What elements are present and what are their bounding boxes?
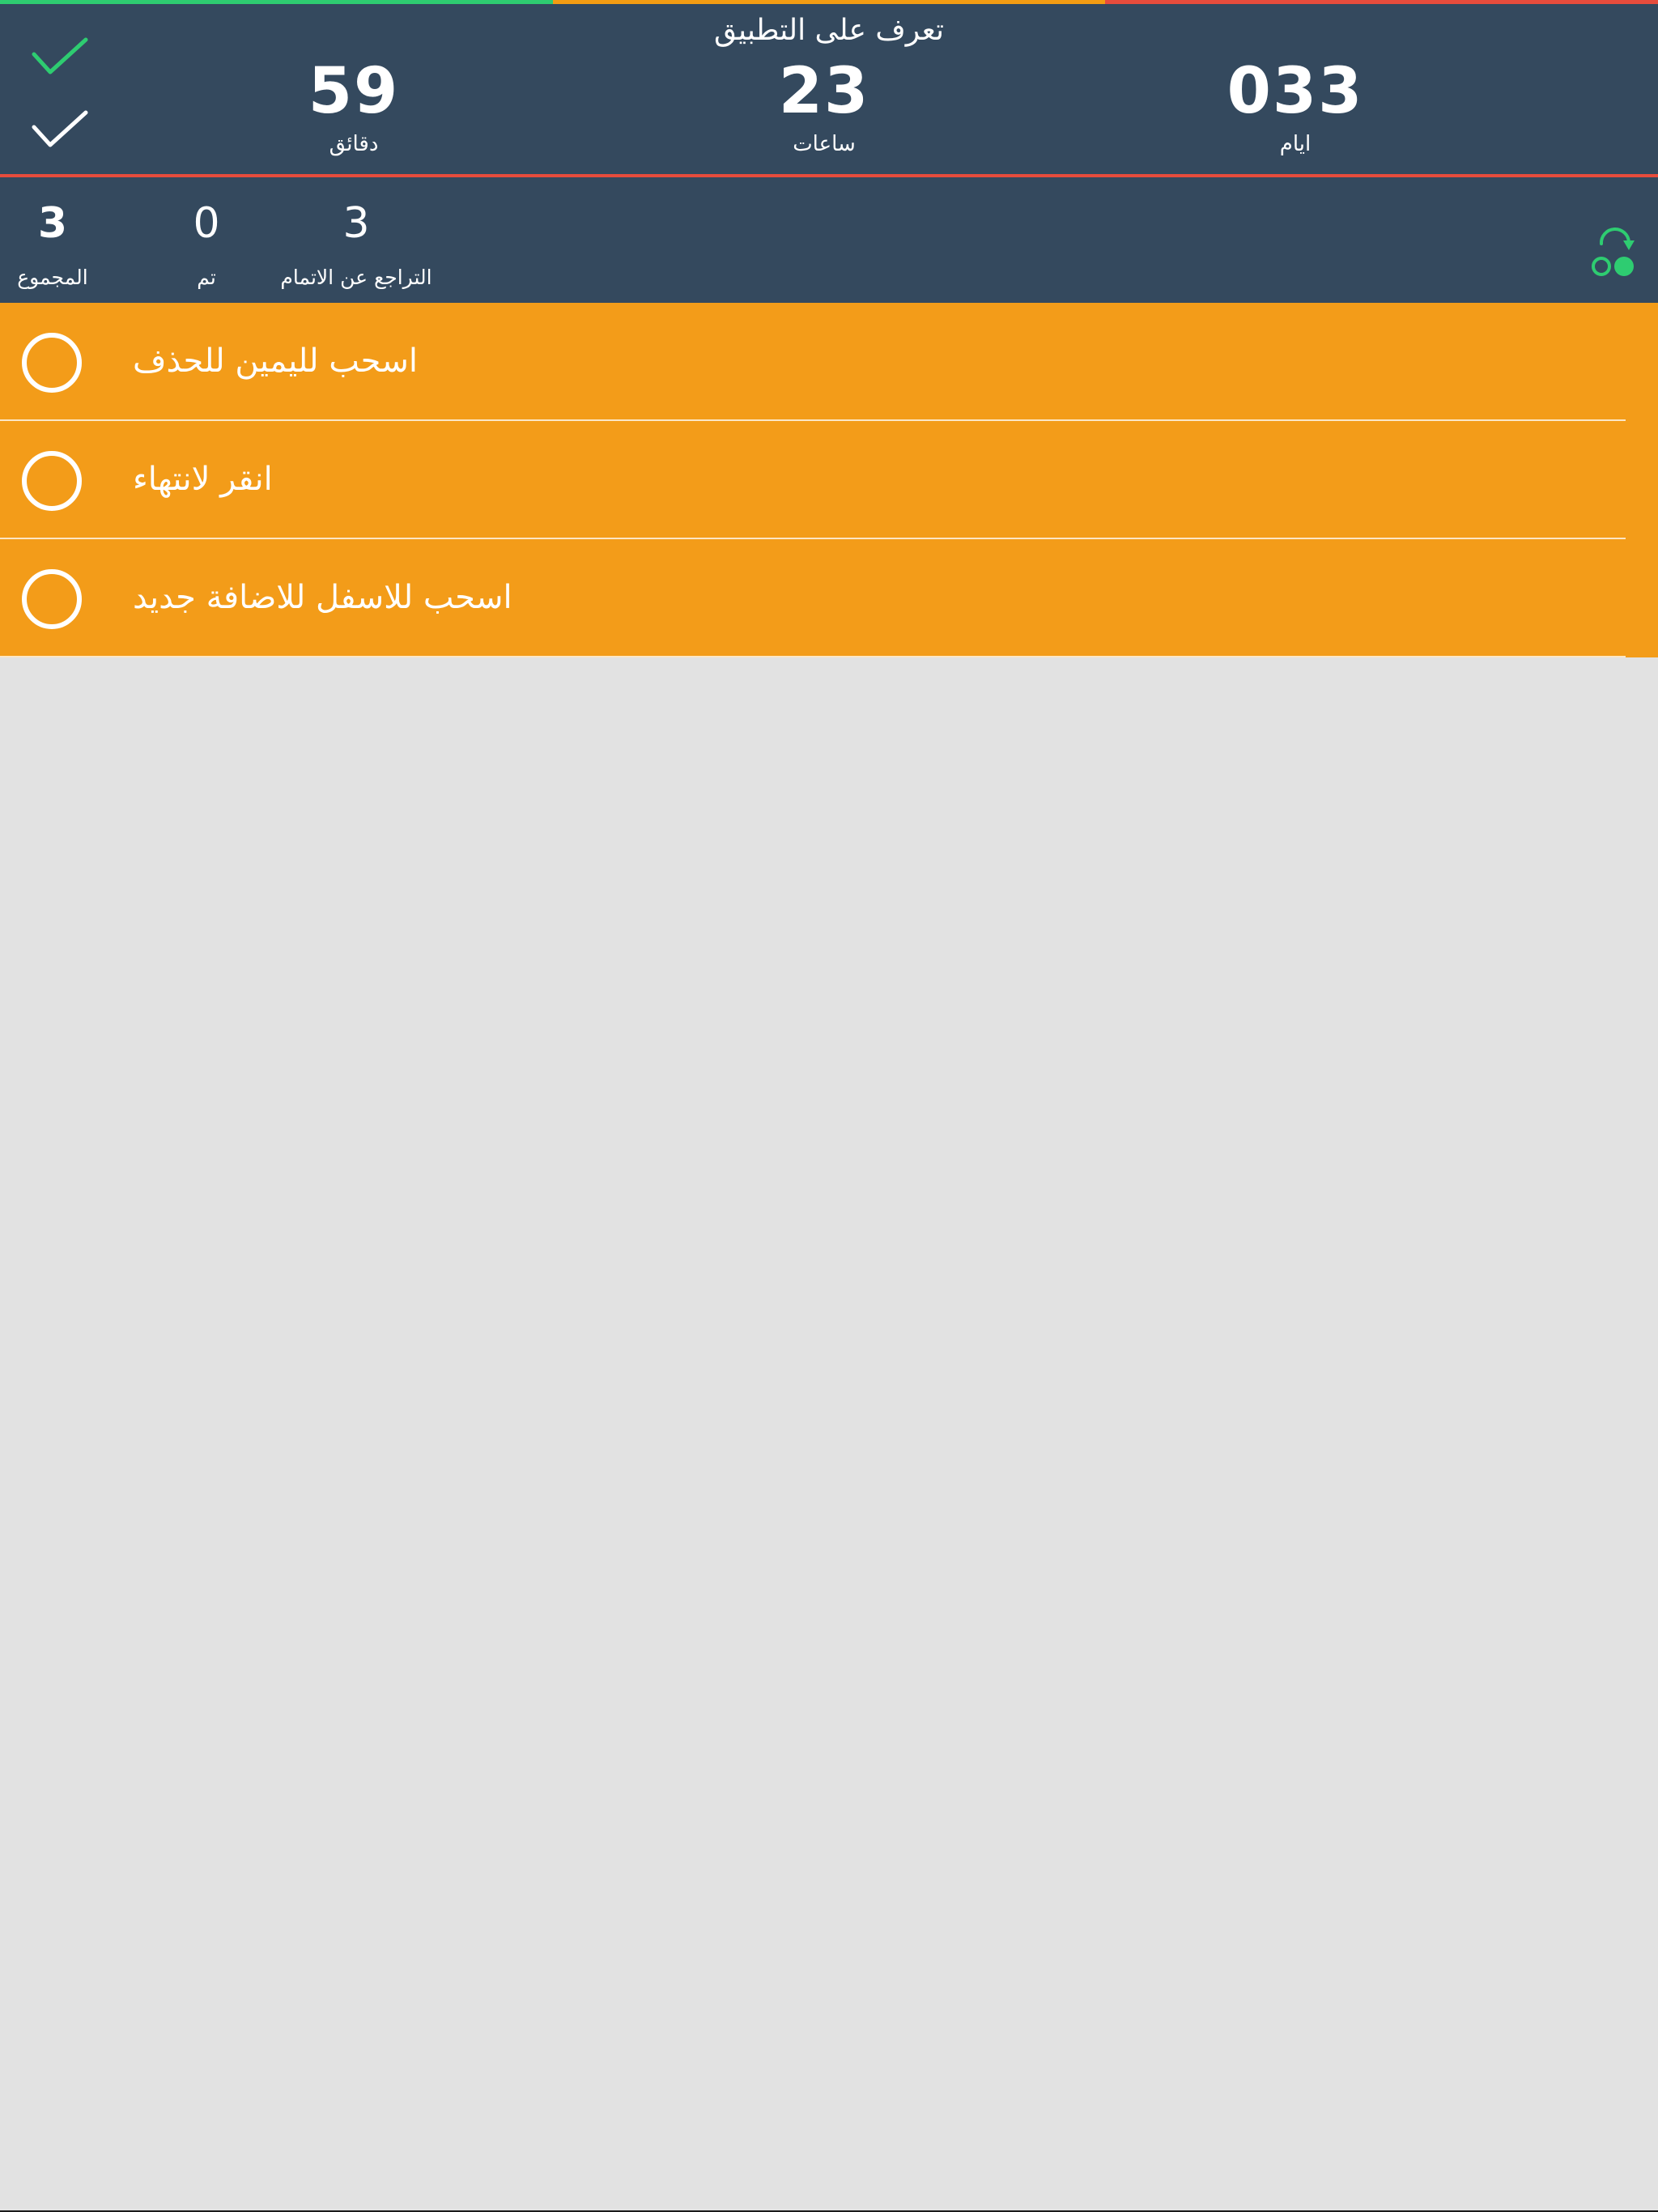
task-item[interactable]: اسحب لليمين للحذف [0, 303, 1658, 421]
days-value: 033 [1226, 55, 1364, 128]
hours-value: 23 [778, 55, 870, 128]
countdown-minutes: 59 دقائق [232, 53, 475, 158]
hours-label: ساعات [793, 132, 856, 156]
complete-toggle[interactable] [22, 333, 82, 393]
total-label: المجموع [17, 266, 88, 289]
stat-done: 0 تم [154, 195, 259, 294]
list-title[interactable]: تعرف على التطبيق [0, 14, 1658, 47]
undo-count: 3 [342, 199, 370, 248]
countdown-days: 033 ايام [1174, 53, 1417, 158]
task-text: اسحب لليمين للحذف [133, 342, 419, 380]
done-count: 0 [193, 199, 220, 248]
complete-toggle[interactable] [22, 569, 82, 629]
countdown-header: تعرف على التطبيق 59 دقائق 23 ساعات 033 ا… [0, 4, 1658, 174]
checkmark-icon[interactable] [31, 108, 89, 153]
task-list: اسحب لليمين للحذف انقر لانتهاء اسحب للاس… [0, 303, 1658, 657]
checkmark-icon[interactable] [31, 35, 89, 80]
undo-icon[interactable] [1587, 218, 1643, 283]
complete-toggle[interactable] [22, 451, 82, 511]
stat-undo: 3 التراجع عن الاتمام [275, 195, 437, 294]
stats-bar: 3 المجموع 0 تم 3 التراجع عن الاتمام [0, 177, 1658, 303]
undo-label: التراجع عن الاتمام [280, 266, 432, 289]
countdown-hours: 23 ساعات [703, 53, 946, 158]
days-label: ايام [1279, 132, 1312, 156]
task-item[interactable]: اسحب للاسفل للاضافة جديد [0, 539, 1658, 657]
stat-total: 3 المجموع [0, 195, 105, 294]
task-text: انقر لانتهاء [133, 461, 273, 498]
total-count: 3 [37, 199, 68, 248]
task-item[interactable]: انقر لانتهاء [0, 421, 1658, 539]
minutes-value: 59 [308, 55, 400, 128]
app-screen: تعرف على التطبيق 59 دقائق 23 ساعات 033 ا… [0, 0, 1658, 2212]
done-label: تم [197, 266, 216, 289]
task-separator [0, 656, 1626, 657]
minutes-label: دقائق [329, 132, 379, 156]
task-text: اسحب للاسفل للاضافة جديد [133, 579, 512, 616]
